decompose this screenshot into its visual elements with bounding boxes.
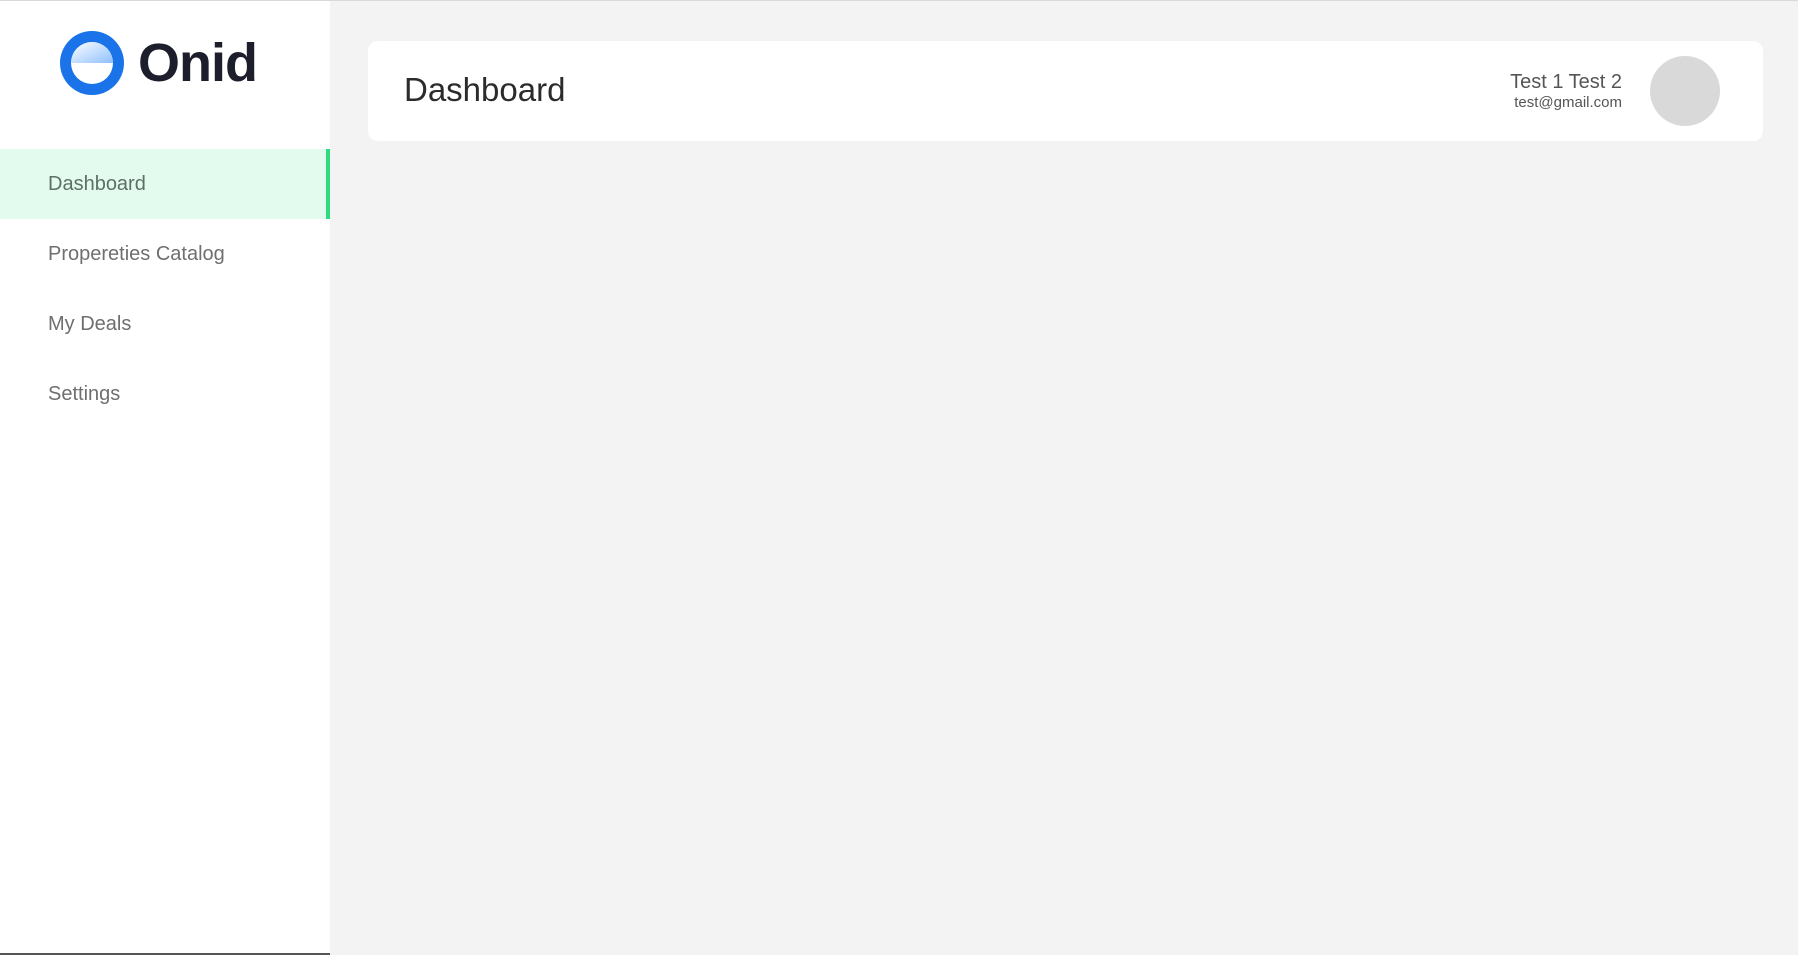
brand-name: Onid <box>138 33 258 93</box>
user-info[interactable]: Test 1 Test 2 test@gmail.com <box>1510 70 1622 112</box>
app-root: Onid Dashboard Propereties Catalog My De… <box>0 0 1798 955</box>
sidebar-nav: Dashboard Propereties Catalog My Deals S… <box>0 149 330 429</box>
sidebar: Onid Dashboard Propereties Catalog My De… <box>0 1 330 955</box>
sidebar-item-label: My Deals <box>48 312 132 335</box>
sidebar-item-dashboard[interactable]: Dashboard <box>0 149 330 219</box>
brand-logo[interactable]: Onid <box>60 30 258 96</box>
sidebar-item-label: Dashboard <box>48 172 146 195</box>
sidebar-item-properties-catalog[interactable]: Propereties Catalog <box>0 219 330 289</box>
sidebar-item-label: Settings <box>48 382 121 405</box>
sidebar-item-settings[interactable]: Settings <box>0 359 330 429</box>
sidebar-item-label: Propereties Catalog <box>48 242 225 265</box>
onid-logo-icon <box>60 31 124 95</box>
avatar[interactable] <box>1650 56 1720 126</box>
sidebar-item-my-deals[interactable]: My Deals <box>0 289 330 359</box>
header-card: Dashboard Test 1 Test 2 test@gmail.com <box>368 41 1763 141</box>
page-title: Dashboard <box>404 71 566 108</box>
user-name: Test 1 Test 2 <box>1510 71 1622 93</box>
user-email: test@gmail.com <box>1514 94 1622 111</box>
